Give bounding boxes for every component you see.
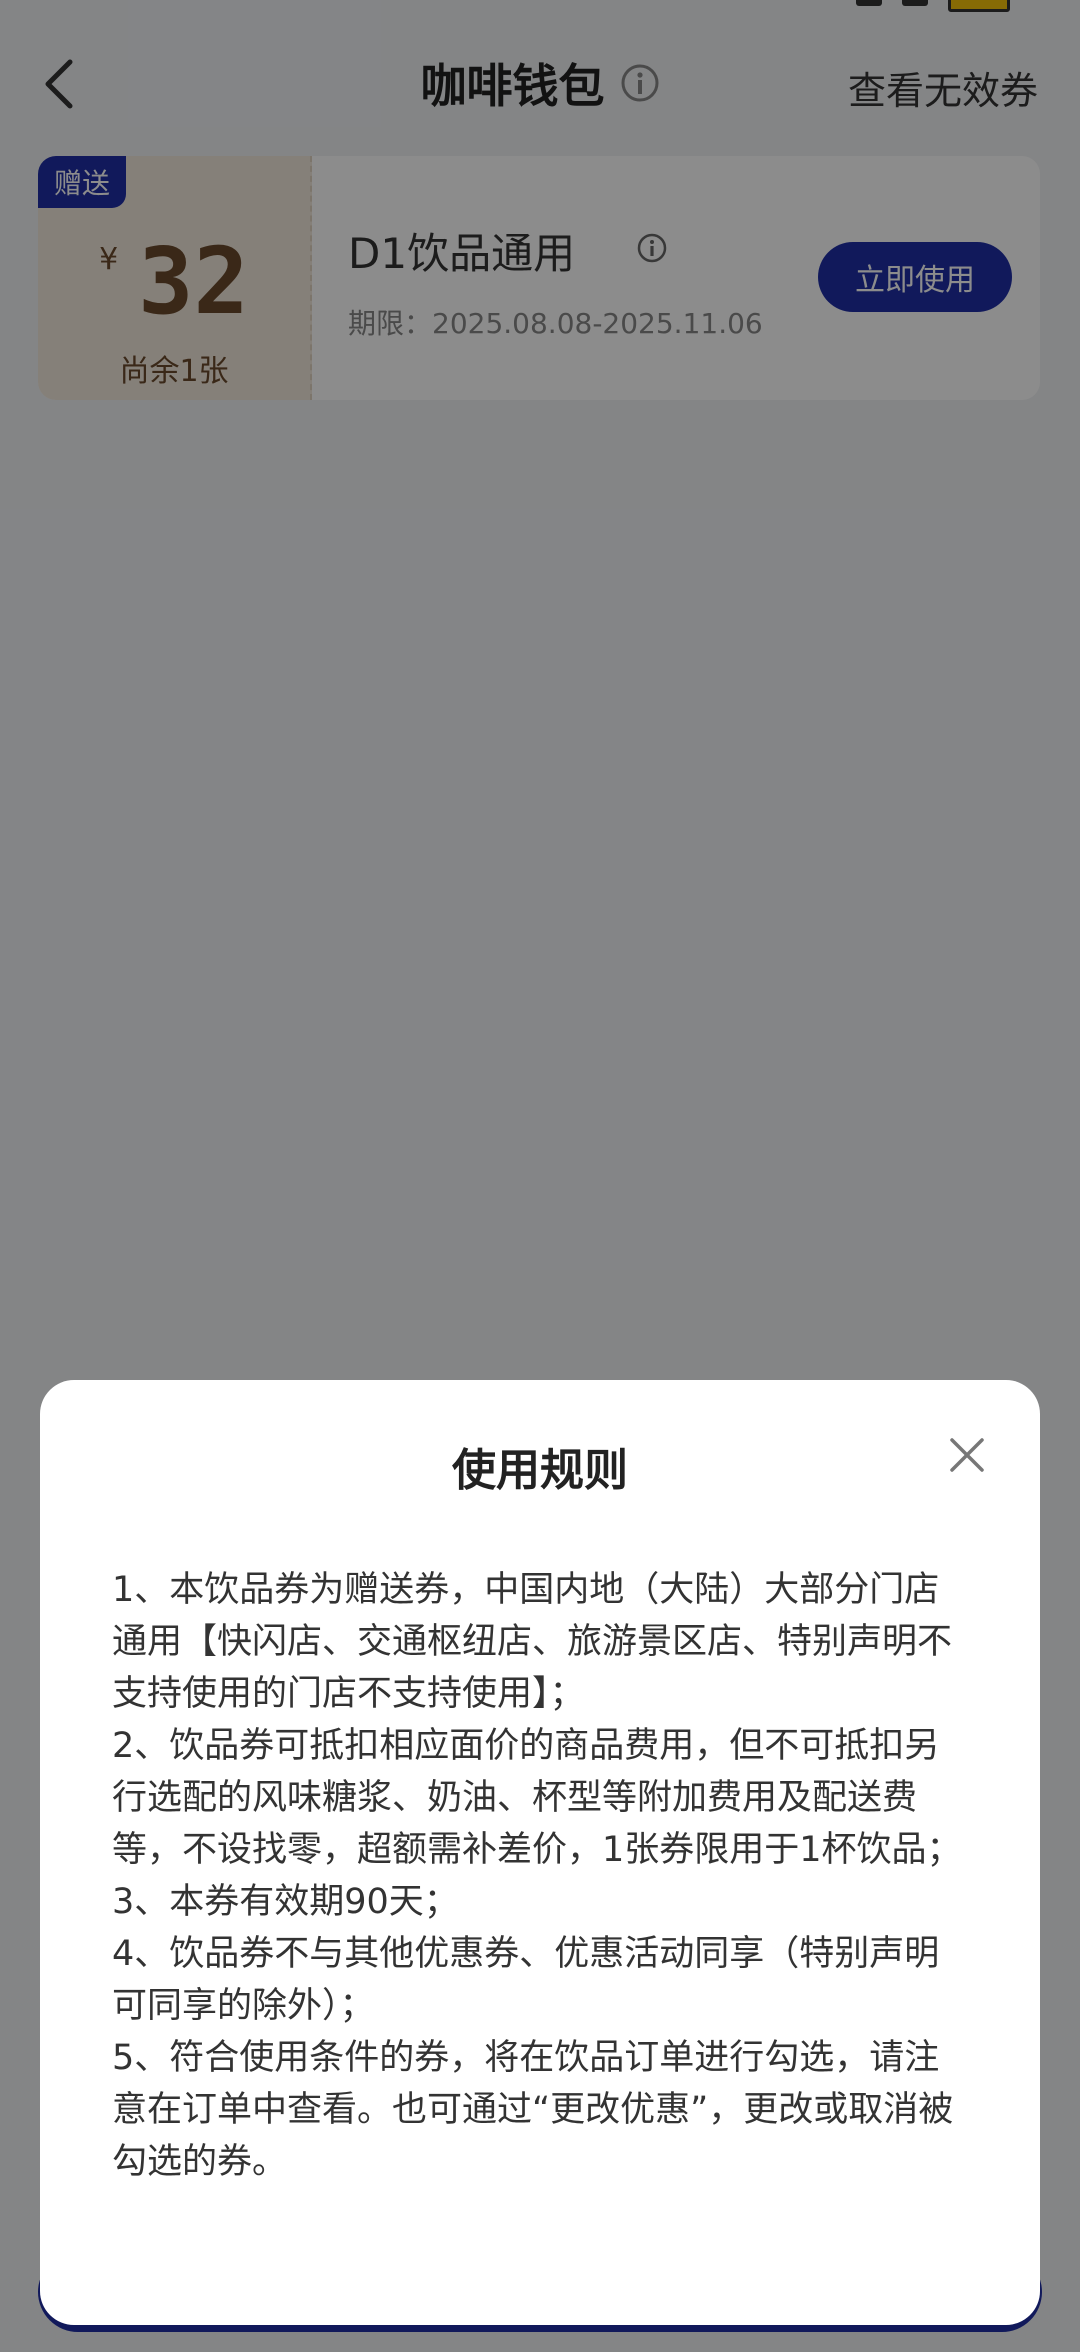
rule-item: 5、符合使用条件的券，将在饮品订单进行勾选，请注意在订单中查看。也可通过“更改优…	[112, 2038, 954, 2182]
rule-item: 4、饮品券不与其他优惠券、优惠活动同享（特别声明可同享的除外）；	[112, 1934, 940, 2026]
rule-item: 2、饮品券可抵扣相应面价的商品费用，但不可抵扣另行选配的风味糖浆、奶油、杯型等附…	[112, 1726, 962, 1870]
rules-list: 1、本饮品券为赠送券，中国内地（大陆）大部分门店通用【快闪店、交通枢纽店、旅游景…	[112, 1564, 972, 2188]
modal-title: 使用规则	[452, 1445, 628, 1496]
close-icon	[950, 1438, 984, 1472]
rule-item: 1、本饮品券为赠送券，中国内地（大陆）大部分门店通用【快闪店、交通枢纽店、旅游景…	[112, 1570, 953, 1714]
rules-modal: 使用规则 1、本饮品券为赠送券，中国内地（大陆）大部分门店通用【快闪店、交通枢纽…	[40, 1380, 1040, 2325]
close-button[interactable]	[944, 1432, 990, 1478]
rule-item: 3、本券有效期90天；	[112, 1882, 459, 1922]
